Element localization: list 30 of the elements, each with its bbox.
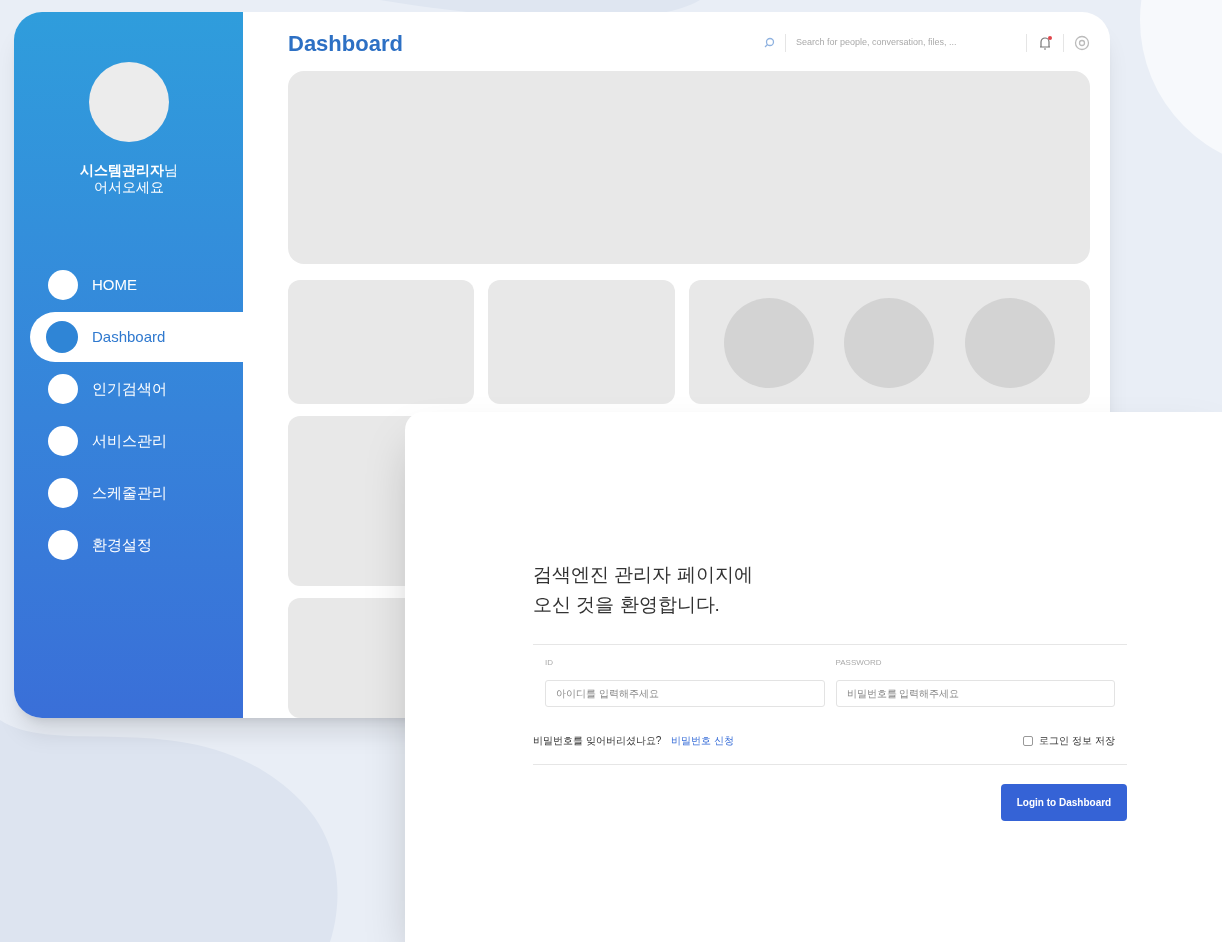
menu-bullet-icon (48, 270, 78, 300)
field-label: PASSWORD (835, 657, 883, 669)
field-label: ID (545, 657, 554, 669)
input-field[interactable]: 비밀번호를 입력해주세요 (835, 680, 1115, 707)
welcome-heading: 오신 것을 환영합니다. (533, 593, 721, 617)
bell-icon[interactable] (1037, 35, 1053, 51)
search-icon (763, 37, 775, 49)
password-request-link[interactable]: 비밀번호 신청 (671, 733, 735, 748)
menu-bullet-icon (48, 426, 78, 456)
menu-bullet-icon (48, 530, 78, 560)
menu-item[interactable]: Dashboard (30, 312, 243, 362)
menu-item[interactable]: 환경설정 (30, 520, 243, 570)
settings-icon[interactable] (1074, 35, 1090, 51)
checkbox-label: 로그인 정보 저장 (1039, 734, 1115, 748)
menu-item[interactable]: 스케줄관리 (30, 468, 243, 518)
menu-item[interactable]: 서비스관리 (30, 416, 243, 466)
search-field[interactable]: Search for people, conversation, files, ... (796, 36, 1016, 50)
welcome-heading: 검색엔진 관리자 페이지에 (533, 563, 754, 587)
remember-checkbox[interactable] (1023, 735, 1034, 746)
menu-bullet-icon (48, 478, 78, 508)
menu-bullet-icon (46, 321, 78, 353)
greeting-text: 어서오세요 (93, 179, 164, 196)
menu-bullet-icon (48, 374, 78, 404)
menu-item[interactable]: 인기검색어 (30, 364, 243, 414)
menu-item[interactable]: HOME (30, 260, 243, 310)
greeting-text: 시스템관리자님 (79, 162, 178, 179)
forgot-password-text: 비밀번호를 잊어버리셨나요? (533, 734, 662, 748)
page-title: Dashboard (288, 29, 403, 58)
login-button[interactable]: Login to Dashboard (1001, 784, 1127, 821)
input-field[interactable]: 아이디를 입력해주세요 (545, 680, 825, 707)
